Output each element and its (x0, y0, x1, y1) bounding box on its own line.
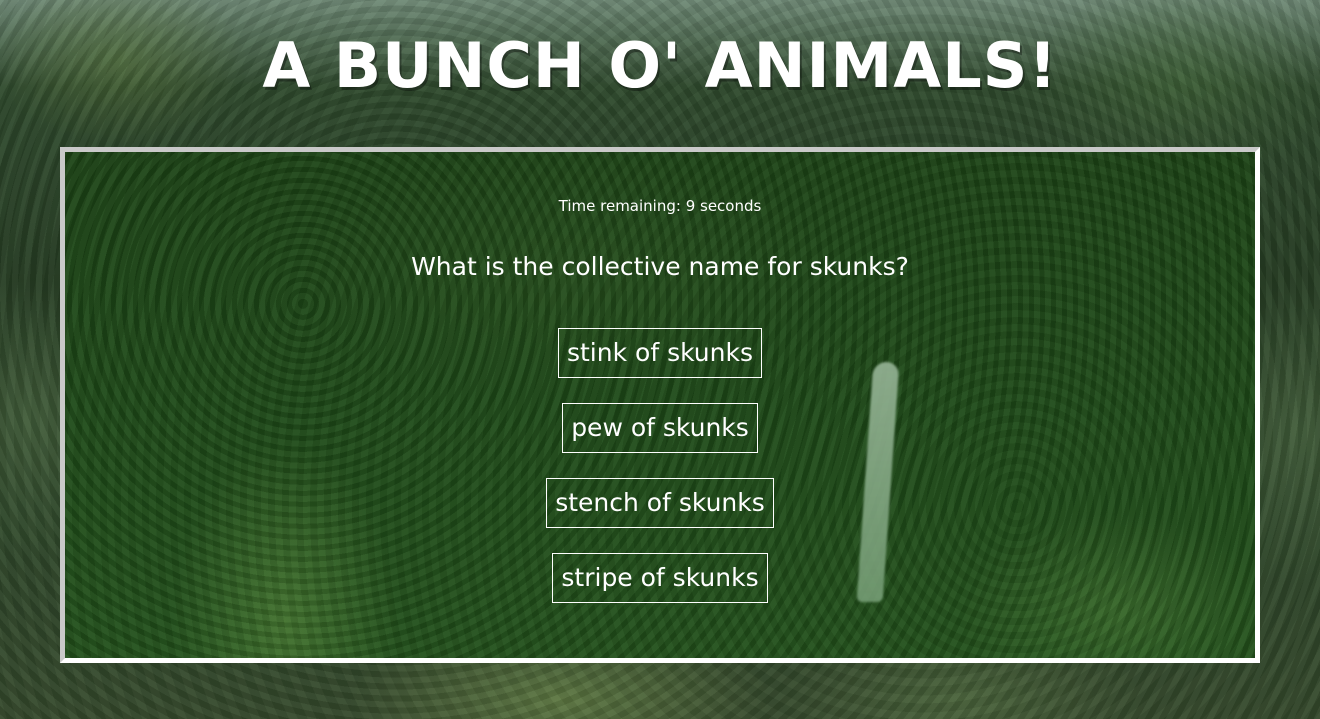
time-remaining: Time remaining: 9 seconds (558, 197, 762, 215)
question-text: What is the collective name for skunks? (411, 252, 909, 281)
answer-button-1[interactable]: stink of skunks (557, 328, 762, 378)
answer-button-4[interactable]: stripe of skunks (552, 553, 768, 603)
answer-button-3[interactable]: stench of skunks (546, 478, 774, 528)
site-title: A BUNCH O' ANIMALS! (262, 29, 1058, 102)
answer-button-2[interactable]: pew of skunks (562, 403, 758, 453)
answer-list: stink of skunks pew of skunks stench of … (65, 328, 1255, 628)
quiz-panel: Time remaining: 9 seconds What is the co… (60, 147, 1260, 663)
